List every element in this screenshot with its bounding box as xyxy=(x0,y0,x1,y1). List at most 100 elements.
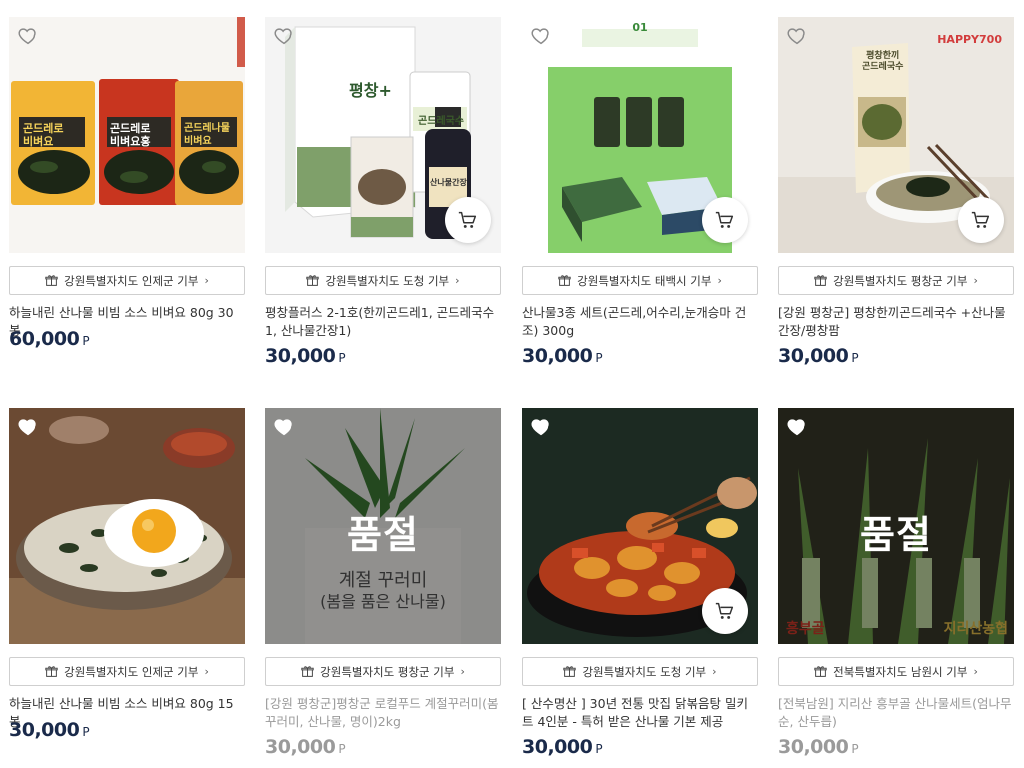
donation-region-button[interactable]: 강원특별자치도 평창군 기부 › xyxy=(778,266,1014,295)
chevron-right-icon: › xyxy=(973,274,978,287)
product-title[interactable]: 산나물3종 세트(곤드레,어수리,눈개승마 건조) 300g xyxy=(522,304,758,340)
gift-icon xyxy=(45,666,58,677)
product-image[interactable]: 01 xyxy=(522,17,758,253)
price-value: 30,000 xyxy=(265,345,336,367)
donation-region-button[interactable]: 강원특별자치도 인제군 기부 › xyxy=(9,266,245,295)
product-photo xyxy=(9,408,245,644)
product-image[interactable]: 평창+ 곤드레국수 산나물간장 xyxy=(265,17,501,253)
donation-label: 전북특별자치도 남원시 기부 xyxy=(833,664,968,679)
add-to-cart-button[interactable] xyxy=(702,197,748,243)
cart-icon xyxy=(458,211,477,228)
donation-region-button[interactable]: 강원특별자치도 도청 기부 › xyxy=(522,657,758,686)
product-card[interactable]: 강원특별자치도 도청 기부 › [ 산수명산 ] 30년 전통 맛집 닭볶음탕 … xyxy=(522,408,758,758)
product-title[interactable]: [전북남원] 지리산 흥부골 산나물세트(엄나무순, 산두릅) xyxy=(778,695,1014,731)
soldout-label: 품절 xyxy=(347,513,419,557)
jar-label: 곤드레국수 xyxy=(418,116,464,127)
add-to-cart-button[interactable] xyxy=(958,197,1004,243)
bottle-label: 산나물간장 xyxy=(430,178,467,187)
product-card[interactable]: 평창+ 곤드레국수 산나물간장 강원특별자치도 도청 기부 › 평창플러스 2-… xyxy=(265,17,501,367)
heart-icon[interactable] xyxy=(786,25,808,47)
product-price: 60,000 P xyxy=(9,328,90,350)
price-unit: P xyxy=(595,742,603,756)
product-card[interactable]: 계절 꾸러미 (봄을 품은 산나물) 품절 강원특별자치도 평창군 기부 › [… xyxy=(265,408,501,758)
product-image[interactable]: HAPPY700 평창한끼 곤드레국수 xyxy=(778,17,1014,253)
chevron-right-icon: › xyxy=(717,274,722,287)
product-title[interactable]: [강원 평창군] 평창한끼곤드레국수 +산나물간장/평창팜 xyxy=(778,304,1014,340)
chevron-right-icon: › xyxy=(712,665,717,678)
price-value: 60,000 xyxy=(9,328,80,350)
add-to-cart-button[interactable] xyxy=(445,197,491,243)
product-image[interactable] xyxy=(9,408,245,644)
price-value: 30,000 xyxy=(778,345,849,367)
product-title[interactable]: [ 산수명산 ] 30년 전통 맛집 닭볶음탕 밀키트 4인분 - 특허 받은 … xyxy=(522,695,758,731)
cart-icon xyxy=(971,211,990,228)
product-price: 30,000 P xyxy=(778,345,859,367)
gift-icon xyxy=(814,666,827,677)
gift-icon xyxy=(558,275,571,286)
donation-label: 강원특별자치도 도청 기부 xyxy=(325,273,450,288)
donation-region-button[interactable]: 강원특별자치도 태백시 기부 › xyxy=(522,266,758,295)
poster-number: 01 xyxy=(632,21,648,34)
pouch-label-c: 곤드레나물 비벼요 xyxy=(184,123,230,147)
price-unit: P xyxy=(851,742,859,756)
product-price: 30,000 P xyxy=(265,345,346,367)
heart-icon[interactable] xyxy=(273,25,295,47)
chevron-right-icon: › xyxy=(455,274,460,287)
price-unit: P xyxy=(595,351,603,365)
price-value: 30,000 xyxy=(522,736,593,758)
soldout-label: 품절 xyxy=(860,513,932,557)
cart-icon xyxy=(715,602,734,619)
chevron-right-icon: › xyxy=(204,665,209,678)
gift-icon xyxy=(45,275,58,286)
price-value: 30,000 xyxy=(265,736,336,758)
gift-icon xyxy=(306,275,320,286)
heart-icon[interactable] xyxy=(530,416,552,438)
product-price: 30,000 P xyxy=(522,736,603,758)
product-card[interactable]: 곤드레로 비벼요 곤드레로 비벼요홍 곤드레나물 비벼요 강원특별자치도 인제군… xyxy=(9,17,245,350)
price-value: 30,000 xyxy=(522,345,593,367)
donation-label: 강원특별자치도 태백시 기부 xyxy=(577,273,712,288)
product-image[interactable]: 계절 꾸러미 (봄을 품은 산나물) 품절 xyxy=(265,408,501,644)
product-price: 30,000 P xyxy=(265,736,346,758)
heart-icon[interactable] xyxy=(273,416,295,438)
add-to-cart-button[interactable] xyxy=(702,588,748,634)
chevron-right-icon: › xyxy=(204,274,209,287)
pouch-label-b: 곤드레로 비벼요홍 xyxy=(110,122,151,148)
pouch-label-a: 곤드레로 비벼요 xyxy=(23,122,64,148)
price-unit: P xyxy=(82,334,90,348)
gift-icon xyxy=(301,666,314,677)
product-card[interactable]: HAPPY700 평창한끼 곤드레국수 강원특별자치도 평창군 기부 › [강원… xyxy=(778,17,1014,367)
price-unit: P xyxy=(851,351,859,365)
product-card[interactable]: 흥부골 지리산농협 품절 전북특별자치도 남원시 기부 › [전북남원] 지리산… xyxy=(778,408,1014,758)
donation-region-button[interactable]: 강원특별자치도 평창군 기부 › xyxy=(265,657,501,686)
donation-label: 강원특별자치도 평창군 기부 xyxy=(833,273,968,288)
donation-label: 강원특별자치도 인제군 기부 xyxy=(64,664,199,679)
product-image[interactable]: 흥부골 지리산농협 품절 xyxy=(778,408,1014,644)
product-image[interactable]: 곤드레로 비벼요 곤드레로 비벼요홍 곤드레나물 비벼요 xyxy=(9,17,245,253)
brand-logo: HAPPY700 xyxy=(937,33,1002,46)
donation-region-button[interactable]: 강원특별자치도 도청 기부 › xyxy=(265,266,501,295)
box-brand-text: 평창+ xyxy=(349,81,392,100)
heart-icon[interactable] xyxy=(17,25,39,47)
price-unit: P xyxy=(338,351,346,365)
product-price: 30,000 P xyxy=(778,736,859,758)
product-card[interactable]: 01 강원특별자치도 태백시 기부 › 산나물3종 세트(곤드레,어수리,눈개승… xyxy=(522,17,758,367)
gift-icon xyxy=(563,666,577,677)
price-value: 30,000 xyxy=(9,719,80,741)
heart-icon[interactable] xyxy=(17,416,39,438)
price-unit: P xyxy=(82,725,90,739)
donation-region-button[interactable]: 강원특별자치도 인제군 기부 › xyxy=(9,657,245,686)
product-price: 30,000 P xyxy=(522,345,603,367)
price-value: 30,000 xyxy=(778,736,849,758)
heart-icon[interactable] xyxy=(786,416,808,438)
product-title[interactable]: [강원 평창군]평창군 로컬푸드 계절꾸러미(봄꾸러미, 산나물, 명이)2kg xyxy=(265,695,501,731)
product-image[interactable] xyxy=(522,408,758,644)
product-card[interactable]: 강원특별자치도 인제군 기부 › 하늘내린 산나물 비빔 소스 비벼요 80g … xyxy=(9,408,245,741)
donation-region-button[interactable]: 전북특별자치도 남원시 기부 › xyxy=(778,657,1014,686)
donation-label: 강원특별자치도 도청 기부 xyxy=(582,664,707,679)
pack-label: 평창한끼 곤드레국수 xyxy=(862,51,904,72)
product-price: 30,000 P xyxy=(9,719,90,741)
heart-icon[interactable] xyxy=(530,25,552,47)
product-title[interactable]: 평창플러스 2-1호(한끼곤드레1, 곤드레국수1, 산나물간장1) xyxy=(265,304,501,340)
chevron-right-icon: › xyxy=(973,665,978,678)
